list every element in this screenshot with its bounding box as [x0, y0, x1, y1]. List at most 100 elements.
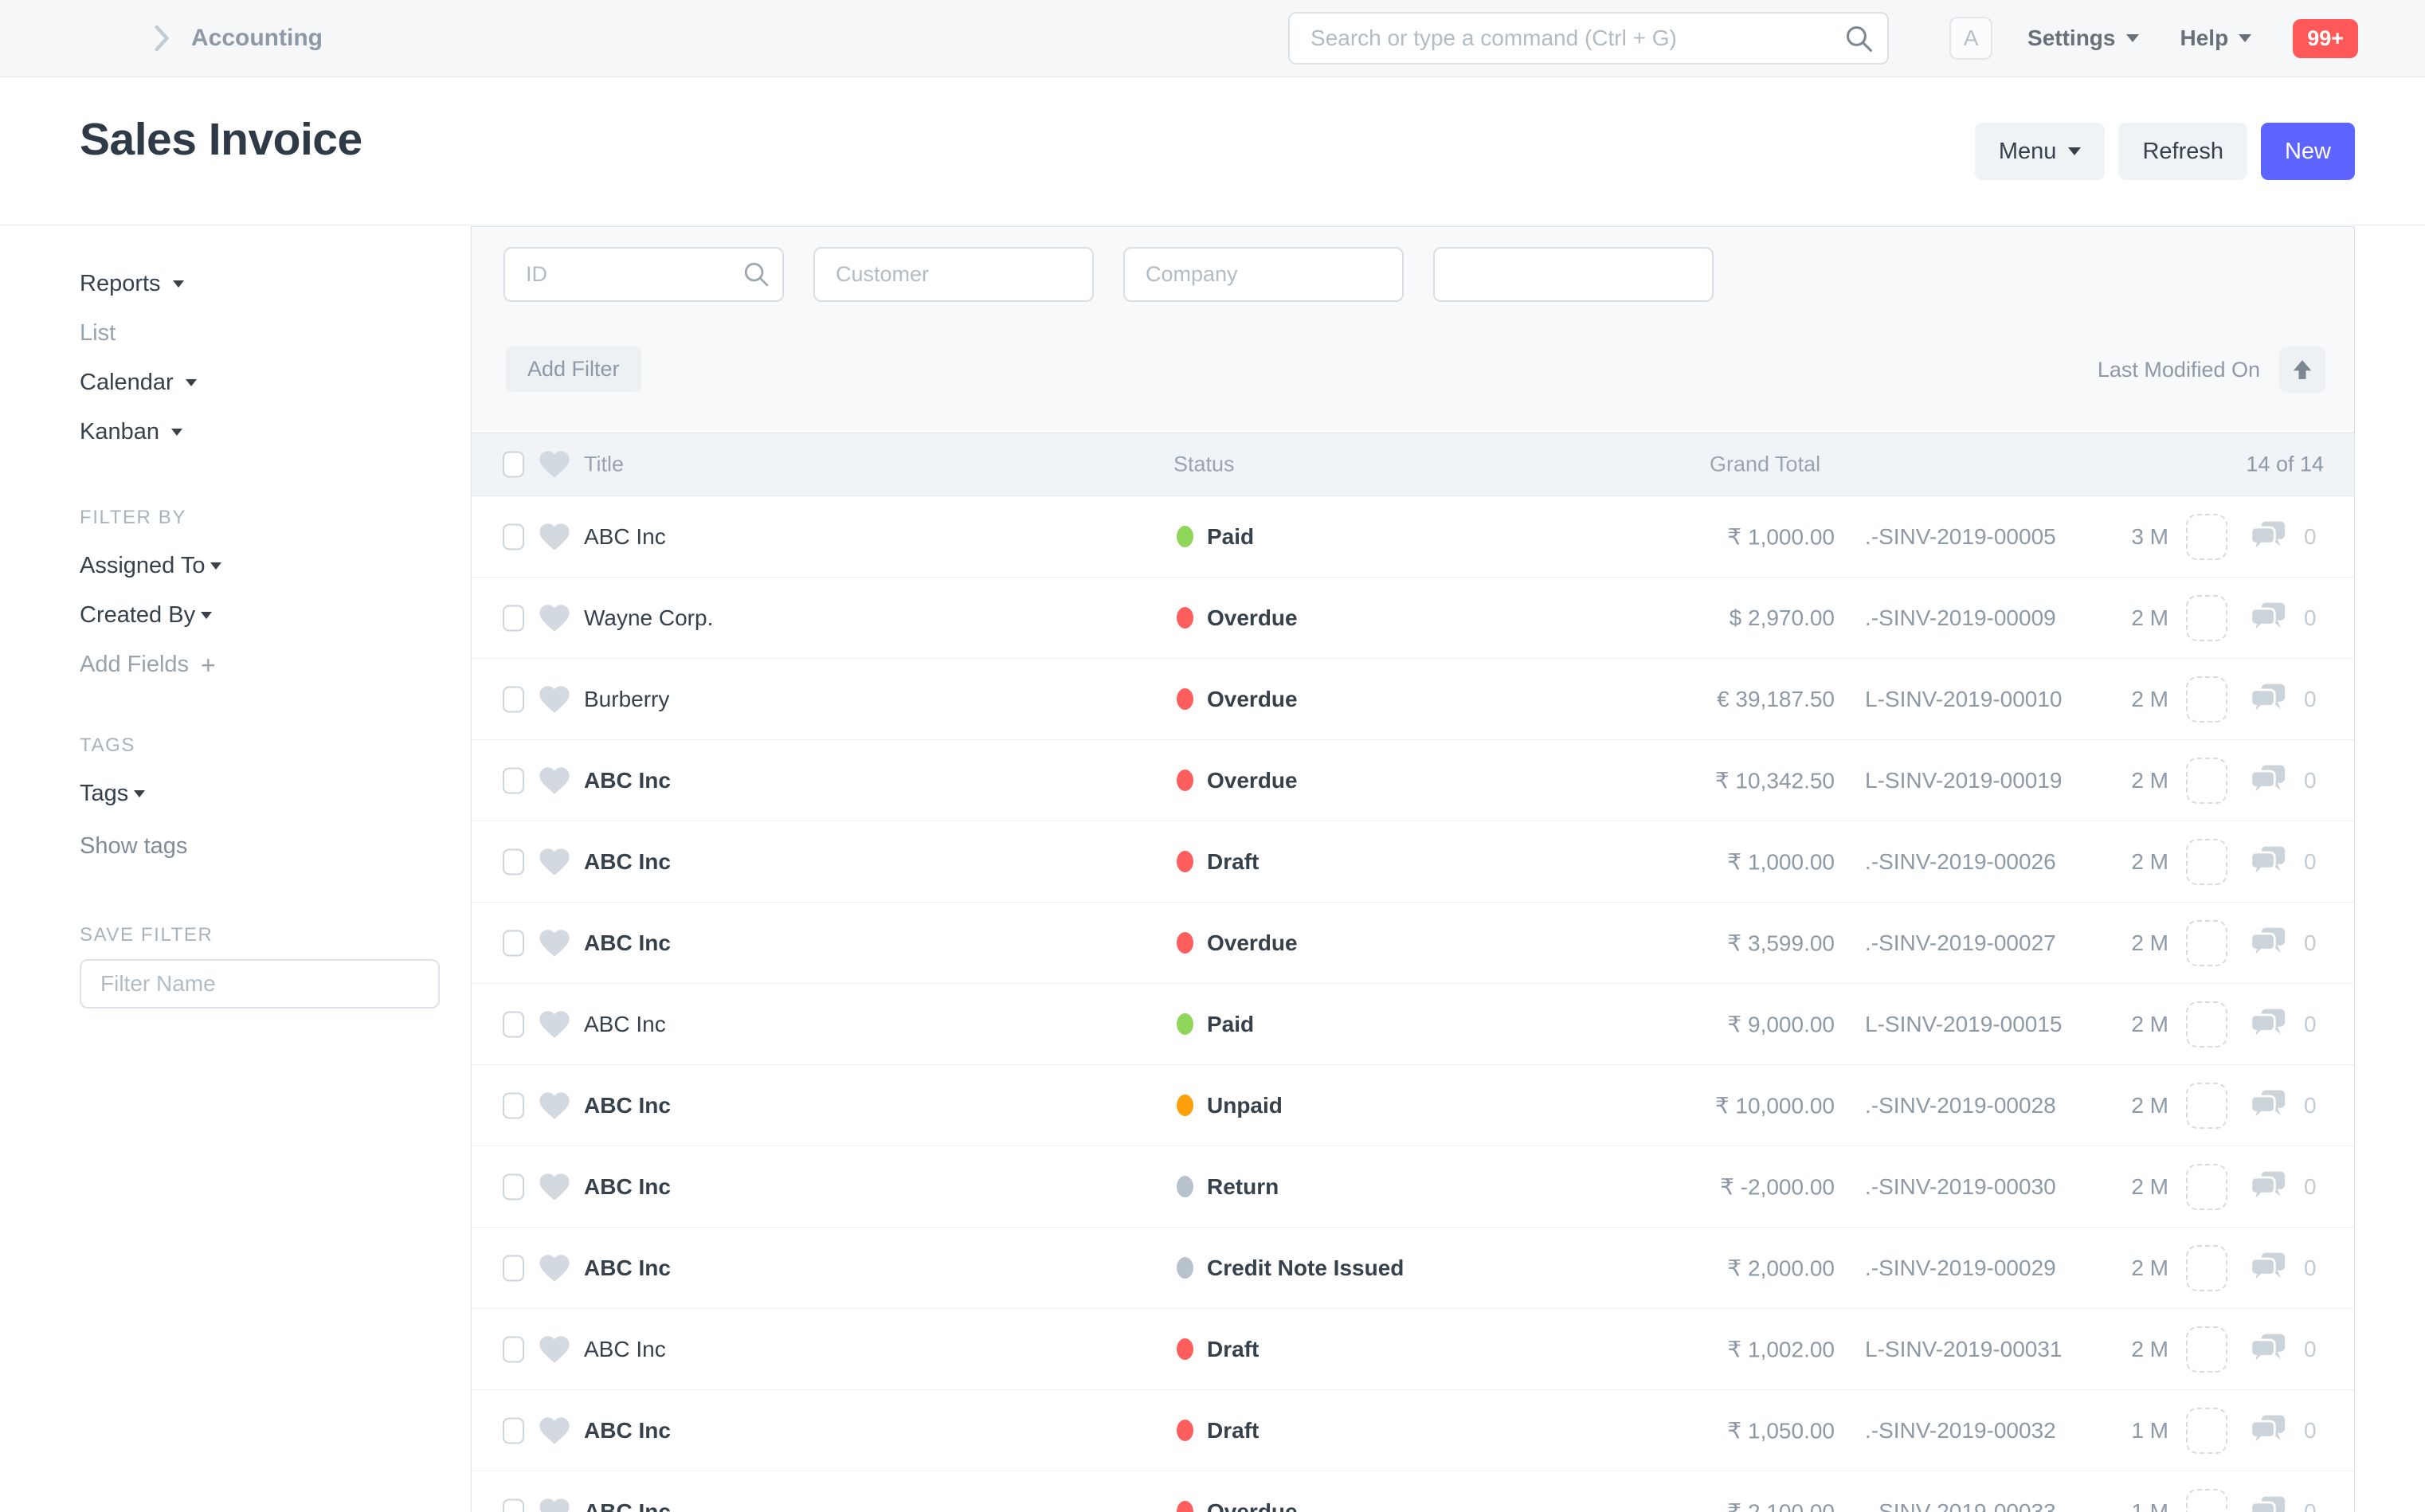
like-heart-icon[interactable] — [539, 1254, 570, 1283]
invoice-id[interactable]: L-SINV-2019-00015 — [1865, 1012, 2063, 1037]
column-status[interactable]: Status — [1173, 452, 1235, 477]
like-heart-icon[interactable] — [539, 766, 570, 795]
invoice-row[interactable]: ABC Inc Overdue ₹ 2,100.00 .-SINV-2019-0… — [472, 1471, 2354, 1512]
extra-filter-input[interactable] — [1433, 247, 1714, 302]
like-heart-icon[interactable] — [539, 848, 570, 876]
global-search-input[interactable] — [1288, 12, 1889, 65]
like-heart-icon[interactable] — [539, 929, 570, 958]
sidebar-add-fields[interactable]: Add Fields + — [80, 652, 216, 678]
invoice-id[interactable]: .-SINV-2019-00026 — [1865, 849, 2056, 875]
invoice-id[interactable]: .-SINV-2019-00027 — [1865, 930, 2056, 956]
settings-menu[interactable]: Settings — [2027, 25, 2138, 51]
row-checkbox[interactable] — [503, 686, 524, 712]
invoice-row[interactable]: ABC Inc Credit Note Issued ₹ 2,000.00 .-… — [472, 1228, 2354, 1309]
invoice-id[interactable]: L-SINV-2019-00019 — [1865, 768, 2063, 793]
row-checkbox[interactable] — [503, 1417, 524, 1443]
assign-to-placeholder[interactable] — [2186, 920, 2227, 966]
liked-by-heart-icon[interactable] — [539, 450, 570, 479]
sort-by-label[interactable]: Last Modified On — [2098, 358, 2260, 382]
breadcrumb-label[interactable]: Accounting — [191, 25, 323, 52]
invoice-row[interactable]: ABC Inc Overdue ₹ 3,599.00 .-SINV-2019-0… — [472, 903, 2354, 984]
assign-to-placeholder[interactable] — [2186, 1001, 2227, 1048]
column-grand-total[interactable]: Grand Total — [1710, 452, 1820, 477]
assign-to-placeholder[interactable] — [2186, 676, 2227, 723]
invoice-title[interactable]: ABC Inc — [584, 1337, 666, 1362]
invoice-id[interactable]: .-SINV-2019-00032 — [1865, 1418, 2056, 1443]
invoice-id[interactable]: .-SINV-2019-00029 — [1865, 1255, 2056, 1281]
invoice-row[interactable]: ABC Inc Paid ₹ 9,000.00 L-SINV-2019-0001… — [472, 984, 2354, 1065]
invoice-title[interactable]: ABC Inc — [584, 1093, 671, 1118]
invoice-id[interactable]: .-SINV-2019-00030 — [1865, 1174, 2056, 1200]
row-checkbox[interactable] — [503, 1011, 524, 1037]
invoice-title[interactable]: ABC Inc — [584, 1255, 671, 1281]
row-checkbox[interactable] — [503, 1092, 524, 1118]
user-avatar[interactable]: A — [1949, 17, 1992, 60]
customer-filter-input[interactable] — [813, 247, 1094, 302]
row-checkbox[interactable] — [503, 848, 524, 875]
menu-button[interactable]: Menu — [1975, 123, 2106, 180]
invoice-title[interactable]: ABC Inc — [584, 930, 671, 956]
invoice-title[interactable]: ABC Inc — [584, 1012, 666, 1037]
invoice-id[interactable]: L-SINV-2019-00031 — [1865, 1337, 2063, 1362]
like-heart-icon[interactable] — [539, 1091, 570, 1120]
assign-to-placeholder[interactable] — [2186, 1326, 2227, 1373]
invoice-title[interactable]: ABC Inc — [584, 768, 671, 793]
like-heart-icon[interactable] — [539, 1173, 570, 1201]
assign-to-placeholder[interactable] — [2186, 839, 2227, 885]
invoice-id[interactable]: .-SINV-2019-00033 — [1865, 1499, 2056, 1512]
like-heart-icon[interactable] — [539, 1416, 570, 1445]
sidebar-item-list[interactable]: List — [80, 320, 116, 347]
like-heart-icon[interactable] — [539, 1498, 570, 1512]
sidebar-tags[interactable]: Tags — [80, 781, 145, 807]
like-heart-icon[interactable] — [539, 1010, 570, 1039]
help-menu[interactable]: Help — [2180, 25, 2252, 51]
invoice-row[interactable]: ABC Inc Return ₹ -2,000.00 .-SINV-2019-0… — [472, 1146, 2354, 1228]
invoice-title[interactable]: Burberry — [584, 687, 669, 712]
row-checkbox[interactable] — [503, 605, 524, 631]
invoice-title[interactable]: ABC Inc — [584, 1174, 671, 1200]
invoice-id[interactable]: .-SINV-2019-00028 — [1865, 1093, 2056, 1118]
invoice-row[interactable]: ABC Inc Draft ₹ 1,000.00 .-SINV-2019-000… — [472, 821, 2354, 903]
invoice-row[interactable]: ABC Inc Overdue ₹ 10,342.50 L-SINV-2019-… — [472, 740, 2354, 821]
row-checkbox[interactable] — [503, 1255, 524, 1281]
invoice-row[interactable]: Wayne Corp. Overdue $ 2,970.00 .-SINV-20… — [472, 578, 2354, 659]
assign-to-placeholder[interactable] — [2186, 1245, 2227, 1291]
invoice-title[interactable]: ABC Inc — [584, 524, 666, 550]
invoice-id[interactable]: .-SINV-2019-00009 — [1865, 605, 2056, 631]
assign-to-placeholder[interactable] — [2186, 595, 2227, 641]
assign-to-placeholder[interactable] — [2186, 1408, 2227, 1454]
assign-to-placeholder[interactable] — [2186, 1164, 2227, 1210]
assign-to-placeholder[interactable] — [2186, 758, 2227, 804]
like-heart-icon[interactable] — [539, 685, 570, 714]
assign-to-placeholder[interactable] — [2186, 514, 2227, 560]
row-checkbox[interactable] — [503, 1336, 524, 1362]
new-button[interactable]: New — [2261, 123, 2355, 180]
invoice-title[interactable]: Wayne Corp. — [584, 605, 713, 631]
sidebar-filter-created-by[interactable]: Created By — [80, 602, 212, 629]
assign-to-placeholder[interactable] — [2186, 1083, 2227, 1129]
breadcrumb[interactable]: Accounting — [153, 24, 323, 53]
sidebar-item-calendar[interactable]: Calendar — [80, 370, 197, 396]
company-filter-input[interactable] — [1123, 247, 1404, 302]
invoice-title[interactable]: ABC Inc — [584, 1418, 671, 1443]
column-title[interactable]: Title — [584, 452, 624, 477]
row-checkbox[interactable] — [503, 930, 524, 956]
sidebar-show-tags[interactable]: Show tags — [80, 833, 187, 860]
invoice-row[interactable]: ABC Inc Paid ₹ 1,000.00 .-SINV-2019-0000… — [472, 496, 2354, 578]
sidebar-item-reports[interactable]: Reports — [80, 271, 184, 297]
notifications-badge[interactable]: 99+ — [2293, 19, 2358, 58]
sidebar-item-kanban[interactable]: Kanban — [80, 419, 182, 445]
assign-to-placeholder[interactable] — [2186, 1489, 2227, 1512]
invoice-row[interactable]: ABC Inc Draft ₹ 1,050.00 .-SINV-2019-000… — [472, 1390, 2354, 1471]
invoice-row[interactable]: Burberry Overdue € 39,187.50 L-SINV-2019… — [472, 659, 2354, 740]
like-heart-icon[interactable] — [539, 604, 570, 633]
result-count[interactable]: 14 of 14 — [2246, 452, 2324, 477]
add-filter-button[interactable]: Add Filter — [506, 347, 641, 392]
invoice-id[interactable]: .-SINV-2019-00005 — [1865, 524, 2056, 550]
row-checkbox[interactable] — [503, 523, 524, 550]
invoice-row[interactable]: ABC Inc Draft ₹ 1,002.00 L-SINV-2019-000… — [472, 1309, 2354, 1390]
invoice-title[interactable]: ABC Inc — [584, 849, 671, 875]
invoice-id[interactable]: L-SINV-2019-00010 — [1865, 687, 2063, 712]
row-checkbox[interactable] — [503, 767, 524, 793]
refresh-button[interactable]: Refresh — [2118, 123, 2247, 180]
